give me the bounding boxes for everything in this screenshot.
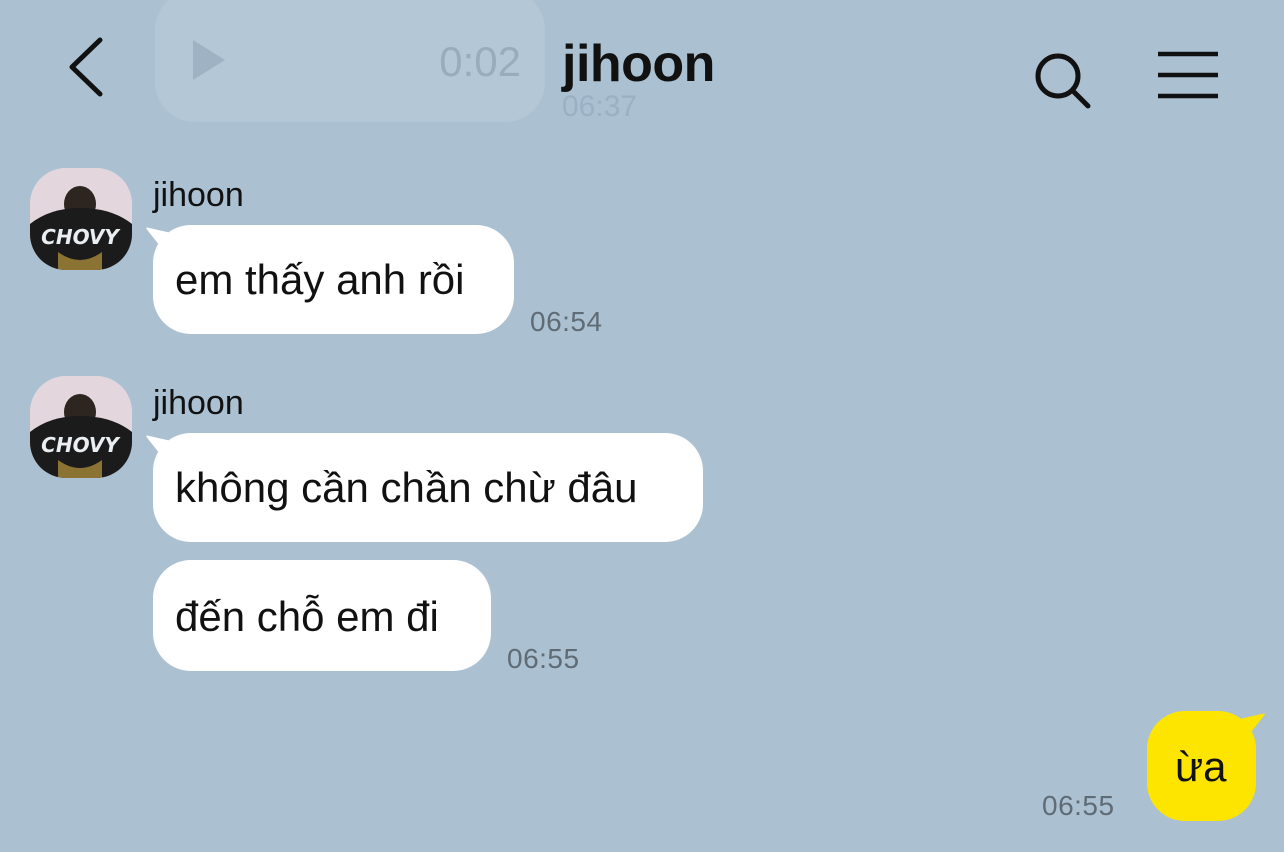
avatar-shirt-text: CHOVY (41, 225, 121, 249)
message-bubble[interactable]: em thấy anh rồi (153, 225, 514, 334)
search-icon (1035, 53, 1091, 109)
profile-photo: CHOVY (30, 168, 132, 270)
message-timestamp: 06:54 (530, 306, 603, 337)
message-timestamp: 06:55 (1042, 790, 1115, 821)
message-text: đến chỗ em đi (175, 593, 439, 640)
chat-header: jihoon (0, 0, 1284, 150)
avatar[interactable]: CHOVY (30, 168, 132, 270)
message-bubble[interactable]: không cần chần chừ đâu (153, 433, 703, 542)
sender-name: jihoon (153, 176, 244, 214)
sender-name: jihoon (153, 384, 244, 422)
message-text: ừa (1175, 743, 1227, 790)
back-button[interactable] (60, 30, 120, 100)
hamburger-menu-icon (1158, 51, 1218, 99)
message-text: em thấy anh rồi (175, 256, 465, 303)
chat-title: jihoon (562, 35, 715, 93)
message-text: không cần chần chừ đâu (175, 464, 638, 511)
chat-screen: 0:02 06:37 jihoon CHOVY jihoon em thấy a… (0, 0, 1284, 852)
menu-button[interactable] (1152, 48, 1224, 108)
outgoing-message-bubble[interactable]: ừa (1147, 711, 1256, 821)
message-timestamp: 06:55 (507, 643, 580, 674)
avatar[interactable]: CHOVY (30, 376, 132, 478)
avatar-shirt-text: CHOVY (41, 433, 121, 457)
profile-photo: CHOVY (30, 376, 132, 478)
message-bubble[interactable]: đến chỗ em đi (153, 560, 491, 671)
search-button[interactable] (1030, 48, 1096, 114)
chevron-left-icon (69, 37, 103, 97)
